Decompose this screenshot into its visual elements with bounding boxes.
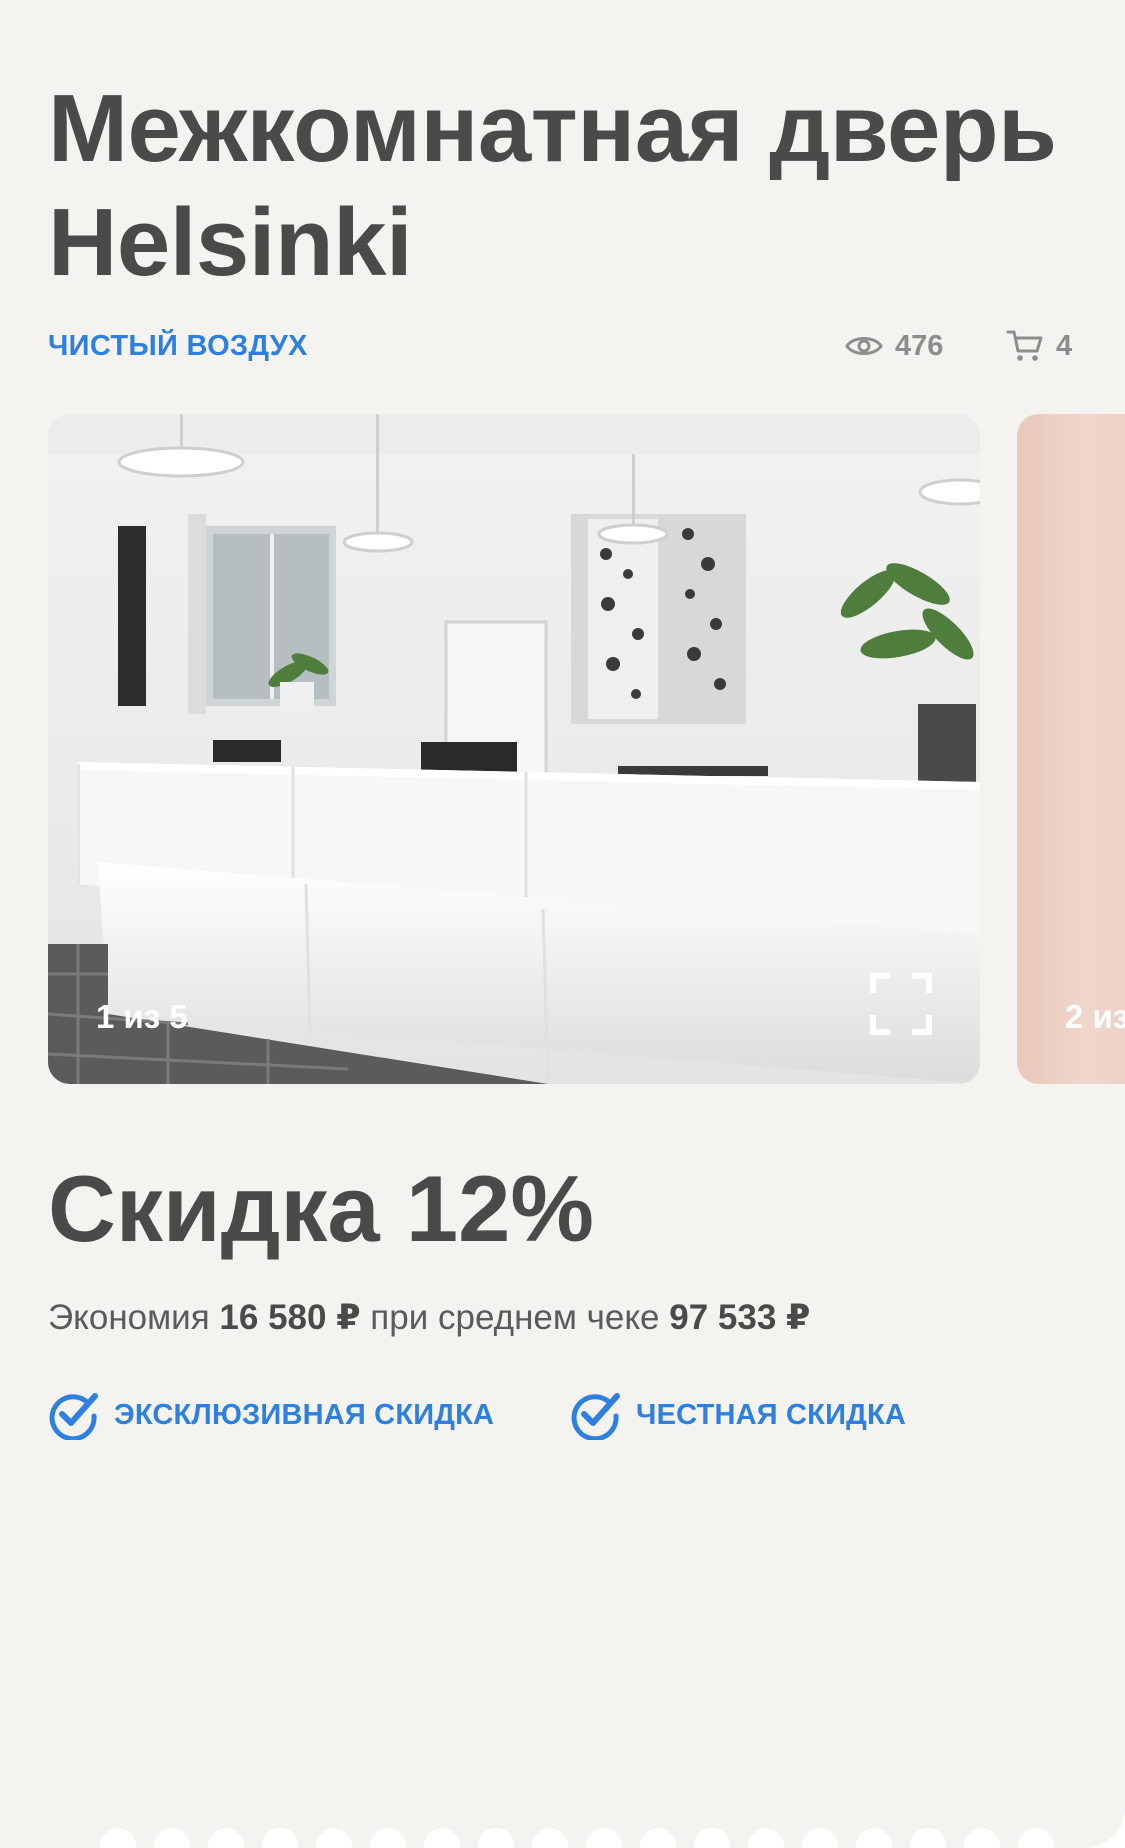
eye-icon (845, 337, 883, 355)
average-check: 97 533 ₽ (669, 1298, 811, 1337)
fullscreen-button[interactable] (870, 973, 932, 1040)
views-counter: 476 (845, 326, 943, 366)
fullscreen-icon (870, 973, 932, 1035)
views-count: 476 (895, 329, 944, 362)
gallery-slide[interactable]: 1 из 5 (48, 414, 980, 1084)
discount-title: Скидка 12% (48, 1156, 594, 1261)
product-card: Межкомнатная дверь Helsinki ЧИСТЫЙ ВОЗДУ… (0, 0, 1125, 1848)
exclusive-discount-badge[interactable]: ЭКСКЛЮЗИВНАЯ СКИДКА (48, 1389, 494, 1441)
economy-middle: при среднем чеке (370, 1298, 660, 1337)
cart-icon (1006, 330, 1043, 361)
check-badge-icon (49, 1393, 98, 1440)
economy-prefix: Экономия (48, 1298, 210, 1337)
cart-counter: 4 (1006, 326, 1072, 366)
product-title: Межкомнатная дверь Helsinki (48, 75, 1057, 296)
cart-count: 4 (1056, 329, 1073, 362)
image-gallery[interactable]: 1 из 5 2 из 5 (48, 414, 1125, 1084)
gallery-slide-next[interactable]: 2 из 5 (1017, 414, 1125, 1084)
badge-label: ЧЕСТНАЯ СКИДКА (636, 1398, 907, 1431)
fair-discount-badge[interactable]: ЧЕСТНАЯ СКИДКА (570, 1389, 906, 1441)
slide-counter: 1 из 5 (96, 998, 188, 1035)
check-badge-icon (571, 1393, 620, 1440)
badge-label: ЭКСКЛЮЗИВНАЯ СКИДКА (114, 1398, 495, 1431)
slide-counter: 2 из 5 (1065, 998, 1125, 1035)
economy-amount: 16 580 ₽ (219, 1298, 361, 1337)
economy-text: Экономия 16 580 ₽ при среднем чеке 97 53… (48, 1298, 810, 1338)
office-reception-photo (48, 414, 980, 1084)
ticket-perforation (100, 1828, 1054, 1848)
brand-link[interactable]: ЧИСТЫЙ ВОЗДУХ (48, 330, 308, 363)
